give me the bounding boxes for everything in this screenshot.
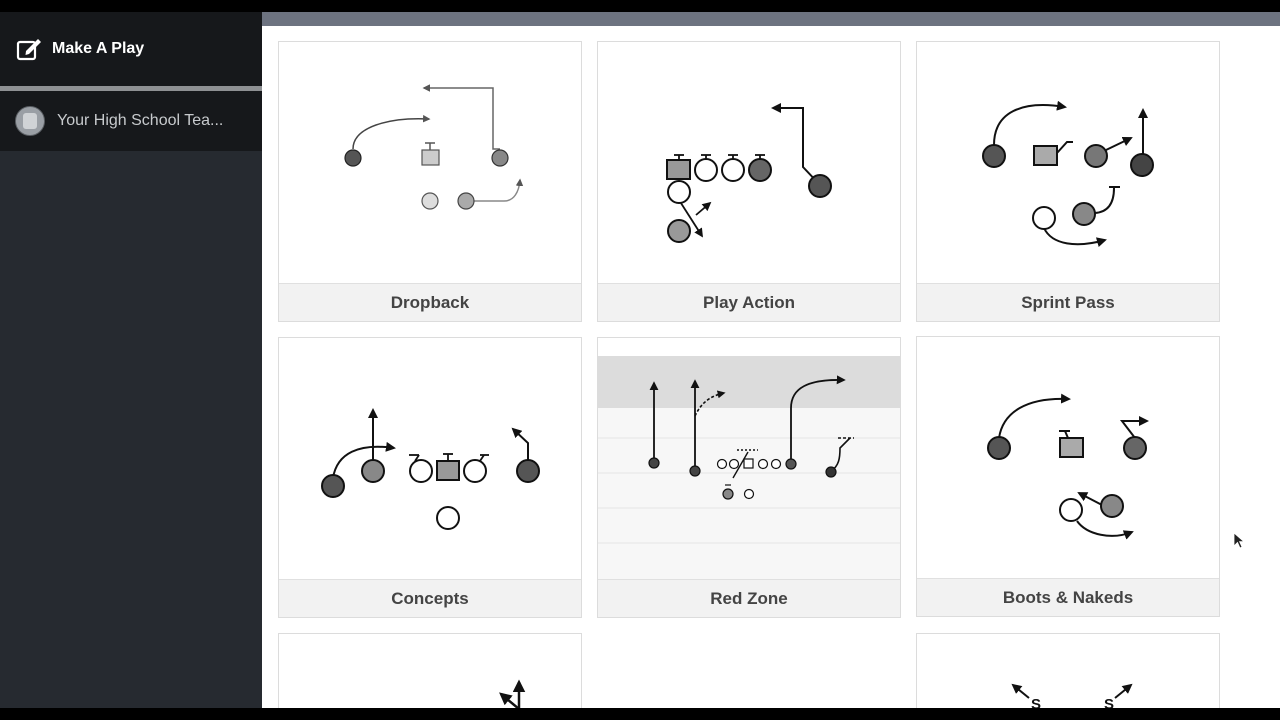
play-category-grid: Dropback Play Action Sprint Pass Concept… [262,12,1280,708]
sprint-pass-diagram [982,100,1154,248]
boots-nakeds-diagram [987,393,1149,540]
card-partial-right[interactable]: S S [916,633,1220,708]
mouse-pointer-icon [1233,532,1245,549]
card-title: Concepts [279,579,581,617]
partial-right-diagram: S S [1011,683,1133,708]
card-sprint-pass[interactable]: Sprint Pass [916,41,1220,322]
card-partial-left[interactable] [278,633,582,708]
card-play-action[interactable]: Play Action [597,41,901,322]
card-red-zone[interactable]: Red Zone [597,337,901,618]
top-window-bar [0,0,1280,12]
card-title: Play Action [598,283,900,321]
card-title: Sprint Pass [917,283,1219,321]
dropback-diagram [344,84,524,210]
header-stripe [262,12,1280,26]
card-title: Dropback [279,283,581,321]
team-name-label: Your High School Tea... [57,112,224,129]
sidebar: Make A Play Your High School Tea... [0,12,262,708]
card-dropback[interactable]: Dropback [278,41,582,322]
concepts-diagram [321,408,540,530]
bottom-window-bar [0,708,1280,720]
edit-square-icon [16,39,41,61]
sidebar-item-team[interactable]: Your High School Tea... [0,91,262,151]
svg-text:S: S [1104,696,1114,708]
make-a-play-button[interactable]: Make A Play [0,12,262,86]
partial-left-diagram [499,679,526,708]
play-action-diagram [666,103,832,243]
card-title: Red Zone [598,579,900,617]
card-boots-nakeds[interactable]: Boots & Nakeds [916,336,1220,617]
card-concepts[interactable]: Concepts [278,337,582,618]
card-title: Boots & Nakeds [917,578,1219,616]
make-a-play-label: Make A Play [52,40,145,57]
team-logo-avatar [15,106,45,136]
red-zone-diagram [598,356,900,579]
svg-text:S: S [1031,696,1041,708]
